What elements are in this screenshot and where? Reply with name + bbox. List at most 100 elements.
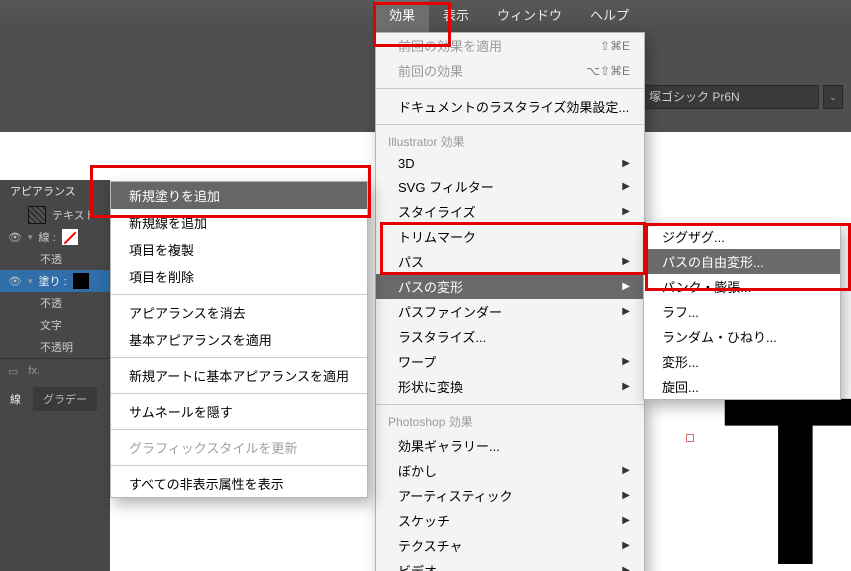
menu-rasterize[interactable]: ラスタライズ... [376,324,644,349]
appearance-item-label: 不透 [40,295,62,311]
menu-separator [376,124,644,125]
section-illustrator-effects: Illustrator 効果 [376,130,644,153]
menu-sketch[interactable]: スケッチ▶ [376,508,644,533]
menu-separator [376,88,644,89]
lower-panel-tabs: 線 グラデー [0,387,110,411]
menu-3d[interactable]: 3D▶ [376,153,644,174]
anchor-point-icon [686,434,694,442]
section-photoshop-effects: Photoshop 効果 [376,410,644,433]
menu-new-art-basic-appearance[interactable]: 新規アートに基本アピアランスを適用 [111,362,367,389]
menu-warp[interactable]: ワープ▶ [376,349,644,374]
appearance-item-label: 線 : [39,229,56,245]
chevron-down-icon[interactable]: ▾ [28,232,33,243]
menu-separator [111,429,367,430]
menu-separator [111,465,367,466]
menu-show-all-hidden-attributes[interactable]: すべての非表示属性を表示 [111,470,367,497]
appearance-item-label: 塗り : [39,273,67,289]
submenu-arrow-icon: ▶ [622,158,630,169]
appearance-flyout-menu: 新規塗りを追加 新規線を追加 項目を複製 項目を削除 アピアランスを消去 基本ア… [110,181,368,498]
tab-gradient[interactable]: グラデー [33,387,97,411]
appearance-item-label: 不透 [40,251,62,267]
visibility-icon[interactable]: 👁 [8,231,22,244]
menu-clear-appearance[interactable]: アピアランスを消去 [111,299,367,326]
fill-swatch-icon[interactable] [73,273,89,289]
menu-separator [111,357,367,358]
menu-stylize[interactable]: スタイライズ▶ [376,199,644,224]
submenu-pucker-bloat[interactable]: パンク・膨張... [644,274,840,299]
appearance-panel-footer: ▭ fx. [0,358,110,383]
appearance-item-label: 不透明 [40,339,73,355]
shortcut-label: ⇧⌘E [600,39,630,53]
chevron-down-icon[interactable]: ▾ [28,276,33,287]
menu-duplicate-item[interactable]: 項目を複製 [111,236,367,263]
submenu-arrow-icon: ▶ [622,515,630,526]
submenu-arrow-icon: ▶ [622,306,630,317]
menu-separator [111,393,367,394]
fx-button[interactable]: fx. [28,365,40,377]
appearance-item-stroke[interactable]: 👁 ▾ 線 : [0,226,110,248]
menu-add-new-fill[interactable]: 新規塗りを追加 [111,182,367,209]
submenu-twist[interactable]: 旋回... [644,374,840,399]
submenu-roughen[interactable]: ラフ... [644,299,840,324]
font-dropdown-icon[interactable]: ⌄ [823,85,843,109]
menu-apply-last-effect: 前回の効果を適用 ⇧⌘E [376,33,644,58]
appearance-item-fill[interactable]: 👁 ▾ 塗り : [0,270,110,292]
menu-crop-marks[interactable]: トリムマーク [376,224,644,249]
submenu-arrow-icon: ▶ [622,181,630,192]
appearance-item-opacity[interactable]: 不透明 [0,336,110,358]
submenu-arrow-icon: ▶ [622,540,630,551]
font-family-name[interactable]: 塚ゴシック Pr6N [640,85,819,109]
submenu-tweak[interactable]: ランダム・ひねり... [644,324,840,349]
appearance-item-label: 文字 [40,317,62,333]
menu-redefine-graphic-style: グラフィックスタイルを更新 [111,434,367,461]
menu-pathfinder[interactable]: パスファインダー▶ [376,299,644,324]
rect-icon[interactable]: ▭ [8,365,18,378]
submenu-arrow-icon: ▶ [622,206,630,217]
menu-reduce-to-basic-appearance[interactable]: 基本アピアランスを適用 [111,326,367,353]
menu-separator [376,404,644,405]
visibility-icon[interactable]: 👁 [8,275,22,288]
appearance-panel-title: アピアランス [0,180,110,204]
menubar: 効果 表示 ウィンドウ ヘルプ [0,0,851,32]
appearance-item-characters[interactable]: 文字 [0,314,110,336]
submenu-arrow-icon: ▶ [622,490,630,501]
tab-line[interactable]: 線 [0,387,31,411]
submenu-free-distort[interactable]: パスの自由変形... [644,249,840,274]
menu-remove-item[interactable]: 項目を削除 [111,263,367,290]
text-swatch-icon [28,206,46,224]
appearance-item-label: テキスト [52,207,96,223]
menu-blur[interactable]: ぼかし▶ [376,458,644,483]
appearance-item-text[interactable]: テキスト [0,204,110,226]
menu-artistic[interactable]: アーティスティック▶ [376,483,644,508]
menu-effect-gallery[interactable]: 効果ギャラリー... [376,433,644,458]
menu-path[interactable]: パス▶ [376,249,644,274]
menu-video[interactable]: ビデオ▶ [376,558,644,571]
distort-transform-submenu: ジグザグ... パスの自由変形... パンク・膨張... ラフ... ランダム・… [643,223,841,400]
submenu-arrow-icon: ▶ [622,281,630,292]
appearance-panel: アピアランス テキスト 👁 ▾ 線 : 不透 👁 ▾ 塗り : 不透 文字 不透… [0,180,110,571]
menu-effect[interactable]: 効果 [375,0,429,32]
menu-texture[interactable]: テクスチャ▶ [376,533,644,558]
menu-distort-and-transform[interactable]: パスの変形▶ [376,274,644,299]
submenu-zigzag[interactable]: ジグザグ... [644,224,840,249]
menu-svg-filters[interactable]: SVG フィルター▶ [376,174,644,199]
menu-separator [111,294,367,295]
appearance-item-opacity[interactable]: 不透 [0,292,110,314]
menu-hide-thumbnails[interactable]: サムネールを隠す [111,398,367,425]
menu-help[interactable]: ヘルプ [576,0,643,32]
appearance-item-opacity[interactable]: 不透 [0,248,110,270]
submenu-arrow-icon: ▶ [622,465,630,476]
shortcut-label: ⌥⇧⌘E [586,64,630,78]
effect-menu-dropdown: 前回の効果を適用 ⇧⌘E 前回の効果 ⌥⇧⌘E ドキュメントのラスタライズ効果設… [375,32,645,571]
menu-convert-to-shape[interactable]: 形状に変換▶ [376,374,644,399]
stroke-swatch-icon[interactable] [62,229,78,245]
menu-window[interactable]: ウィンドウ [483,0,576,32]
submenu-transform[interactable]: 変形... [644,349,840,374]
menu-view[interactable]: 表示 [429,0,483,32]
menu-document-raster-settings[interactable]: ドキュメントのラスタライズ効果設定... [376,94,644,119]
menu-add-new-stroke[interactable]: 新規線を追加 [111,209,367,236]
submenu-arrow-icon: ▶ [622,356,630,367]
menu-last-effect: 前回の効果 ⌥⇧⌘E [376,58,644,83]
font-family-control[interactable]: 塚ゴシック Pr6N ⌄ [640,84,843,110]
submenu-arrow-icon: ▶ [622,256,630,267]
